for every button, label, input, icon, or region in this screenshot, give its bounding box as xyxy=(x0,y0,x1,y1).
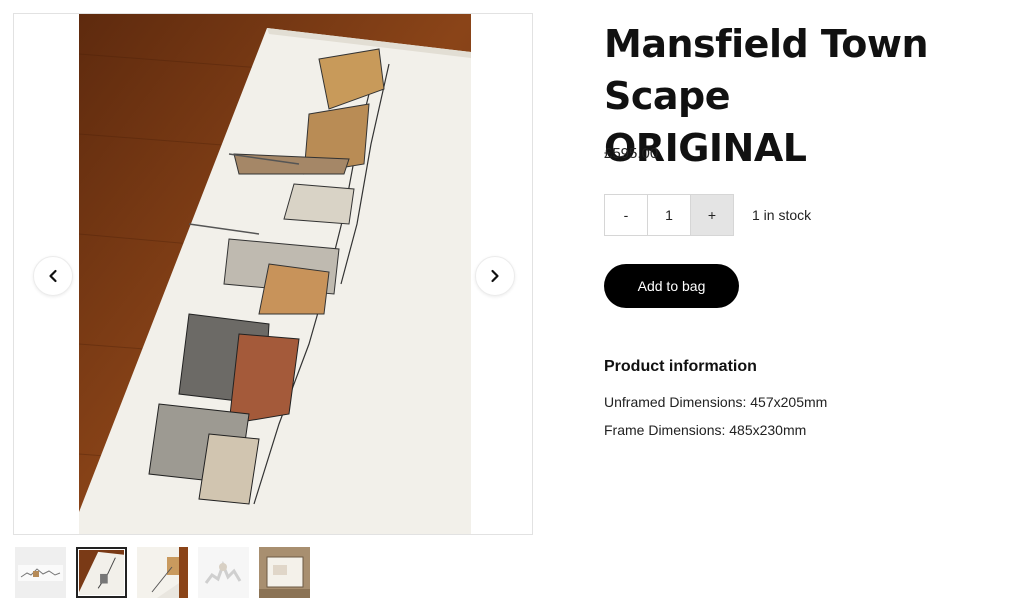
thumb-skyline-print[interactable] xyxy=(15,547,66,598)
frame-dimensions: Frame Dimensions: 485x230mm xyxy=(604,422,807,438)
quantity-stepper: - 1 + xyxy=(604,194,734,236)
product-gallery xyxy=(13,13,533,535)
unframed-dimensions: Unframed Dimensions: 457x205mm xyxy=(604,394,828,410)
chevron-left-icon xyxy=(49,269,57,283)
next-image-button[interactable] xyxy=(475,256,515,296)
product-price: £595.00 xyxy=(604,145,659,162)
quantity-decrease-button[interactable]: - xyxy=(605,195,648,235)
quantity-increase-button[interactable]: + xyxy=(691,195,733,235)
quantity-input[interactable]: 1 xyxy=(648,195,691,235)
thumb-framed-print[interactable] xyxy=(259,547,310,598)
product-information-heading: Product information xyxy=(604,358,757,375)
previous-image-button[interactable] xyxy=(33,256,73,296)
product-title: Mansfield Town Scape ORIGINAL xyxy=(604,18,1014,174)
product-title-line1: Mansfield Town Scape xyxy=(604,22,929,118)
thumb-blurred-print[interactable] xyxy=(198,547,249,598)
thumb-drawing-closeup[interactable] xyxy=(137,547,188,598)
main-product-image xyxy=(79,14,471,534)
product-details: Mansfield Town Scape ORIGINAL £595.00 - … xyxy=(604,18,1014,438)
chevron-right-icon xyxy=(491,269,499,283)
thumbnail-strip xyxy=(15,547,310,598)
stock-status: 1 in stock xyxy=(752,207,812,223)
thumb-drawing-on-table[interactable] xyxy=(76,547,127,598)
add-to-bag-button[interactable]: Add to bag xyxy=(604,264,739,308)
